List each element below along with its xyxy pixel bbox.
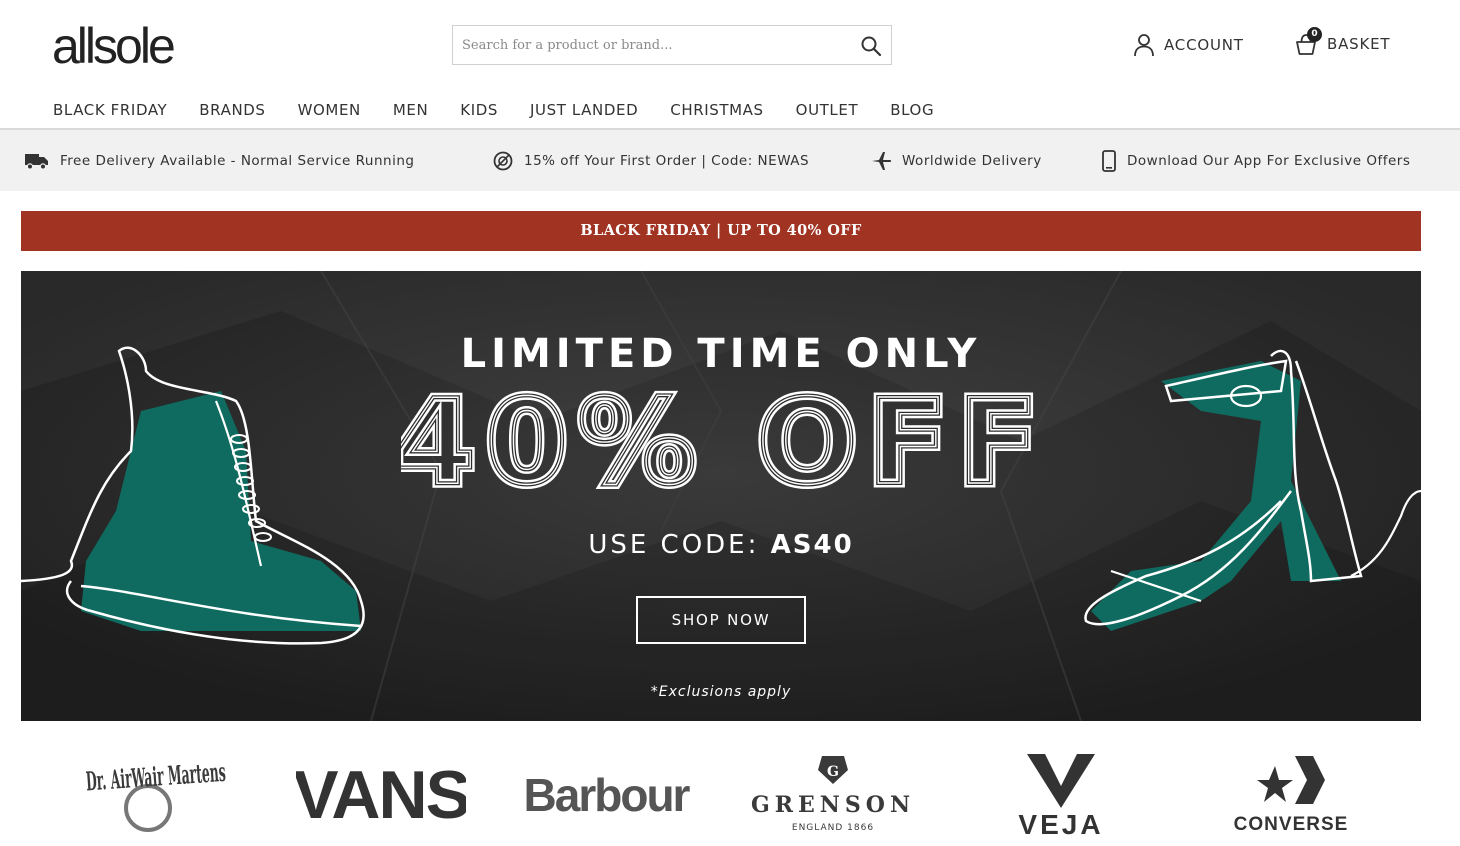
shop-now-button[interactable]: SHOP NOW bbox=[636, 596, 806, 644]
basket-label: BASKET bbox=[1327, 35, 1391, 53]
usp-item-worldwide[interactable]: Worldwide Delivery bbox=[870, 150, 1042, 172]
main-navigation: BLACK FRIDAY BRANDS WOMEN MEN KIDS JUST … bbox=[53, 100, 966, 120]
airplane-icon bbox=[872, 152, 892, 170]
svg-text:G: G bbox=[827, 764, 839, 780]
hero-headline: LIMITED TIME ONLY bbox=[460, 331, 982, 377]
brand-logo-strip: Dr. AirWair Martens VANS Barbour G GRENS… bbox=[21, 745, 1421, 845]
usp-bar: Free Delivery Available - Normal Service… bbox=[0, 130, 1460, 191]
svg-text:Dr. AirWair Martens: Dr. AirWair Martens bbox=[85, 757, 227, 797]
user-icon bbox=[1134, 34, 1154, 57]
nav-item-outlet[interactable]: OUTLET bbox=[796, 100, 859, 120]
usp-item-app[interactable]: Download Our App For Exclusive Offers bbox=[1101, 150, 1410, 172]
nav-item-women[interactable]: WOMEN bbox=[298, 100, 361, 120]
brand-logo-converse[interactable]: CONVERSE bbox=[1211, 745, 1371, 840]
brand-logo-barbour[interactable]: Barbour bbox=[511, 745, 701, 840]
svg-text:Barbour: Barbour bbox=[524, 769, 691, 821]
brand-logo-dr-martens[interactable]: Dr. AirWair Martens bbox=[61, 745, 241, 840]
brand-logo-grenson[interactable]: G GRENSON ENGLAND 1866 bbox=[746, 745, 921, 840]
account-link[interactable]: ACCOUNT bbox=[1133, 32, 1244, 58]
black-friday-banner[interactable]: BLACK FRIDAY | UP TO 40% OFF bbox=[21, 211, 1421, 251]
usp-text: Download Our App For Exclusive Offers bbox=[1127, 153, 1411, 169]
search-bar bbox=[452, 25, 892, 65]
delivery-truck-icon bbox=[25, 154, 48, 170]
svg-text:VEJA: VEJA bbox=[1018, 809, 1103, 838]
code-prefix: USE CODE: bbox=[588, 530, 771, 560]
basket-icon: 0 bbox=[1293, 27, 1322, 57]
promo-code: AS40 bbox=[770, 530, 854, 560]
nav-item-just-landed[interactable]: JUST LANDED bbox=[530, 100, 638, 120]
nav-item-blog[interactable]: BLOG bbox=[890, 100, 934, 120]
hero-code-line: USE CODE: AS40 bbox=[21, 528, 1421, 562]
usp-text: Worldwide Delivery bbox=[902, 153, 1042, 169]
usp-item-delivery[interactable]: Free Delivery Available - Normal Service… bbox=[24, 150, 414, 172]
nav-item-brands[interactable]: BRANDS bbox=[199, 100, 265, 120]
search-input[interactable] bbox=[453, 26, 843, 64]
brand-logo-veja[interactable]: VEJA bbox=[981, 745, 1141, 840]
basket-link[interactable]: 0 BASKET bbox=[1293, 27, 1391, 58]
nav-item-christmas[interactable]: CHRISTMAS bbox=[670, 100, 763, 120]
account-label: ACCOUNT bbox=[1164, 36, 1244, 54]
svg-text:ENGLAND 1866: ENGLAND 1866 bbox=[792, 823, 874, 833]
nav-item-kids[interactable]: KIDS bbox=[460, 100, 498, 120]
hero-banner[interactable]: LIMITED TIME ONLY 40% OFF 40% OFF 40% OF… bbox=[21, 271, 1421, 721]
exclusions-note: *Exclusions apply bbox=[650, 684, 792, 700]
allsole-logo[interactable]: allsole bbox=[52, 21, 176, 71]
svg-text:GRENSON: GRENSON bbox=[751, 792, 915, 818]
basket-count-badge: 0 bbox=[1307, 27, 1322, 42]
brand-logo-vans[interactable]: VANS bbox=[291, 745, 471, 840]
svg-text:40% OFF: 40% OFF bbox=[401, 383, 1041, 503]
discount-tag-icon bbox=[493, 151, 513, 171]
mobile-phone-icon bbox=[1102, 150, 1116, 172]
svg-text:VANS: VANS bbox=[296, 758, 466, 828]
heel-sandal-illustration bbox=[1084, 349, 1421, 631]
usp-item-first-order[interactable]: 15% off Your First Order | Code: NEWAS bbox=[492, 150, 809, 172]
usp-text: Free Delivery Available - Normal Service… bbox=[60, 153, 415, 169]
search-icon[interactable] bbox=[859, 34, 883, 58]
svg-text:CONVERSE: CONVERSE bbox=[1234, 814, 1349, 835]
nav-item-black-friday[interactable]: BLACK FRIDAY bbox=[53, 100, 167, 120]
boot-illustration bbox=[21, 346, 365, 645]
hero-offer-text: 40% OFF 40% OFF 40% OFF bbox=[401, 383, 1041, 503]
nav-item-men[interactable]: MEN bbox=[393, 100, 428, 120]
usp-text: 15% off Your First Order | Code: NEWAS bbox=[524, 153, 810, 169]
